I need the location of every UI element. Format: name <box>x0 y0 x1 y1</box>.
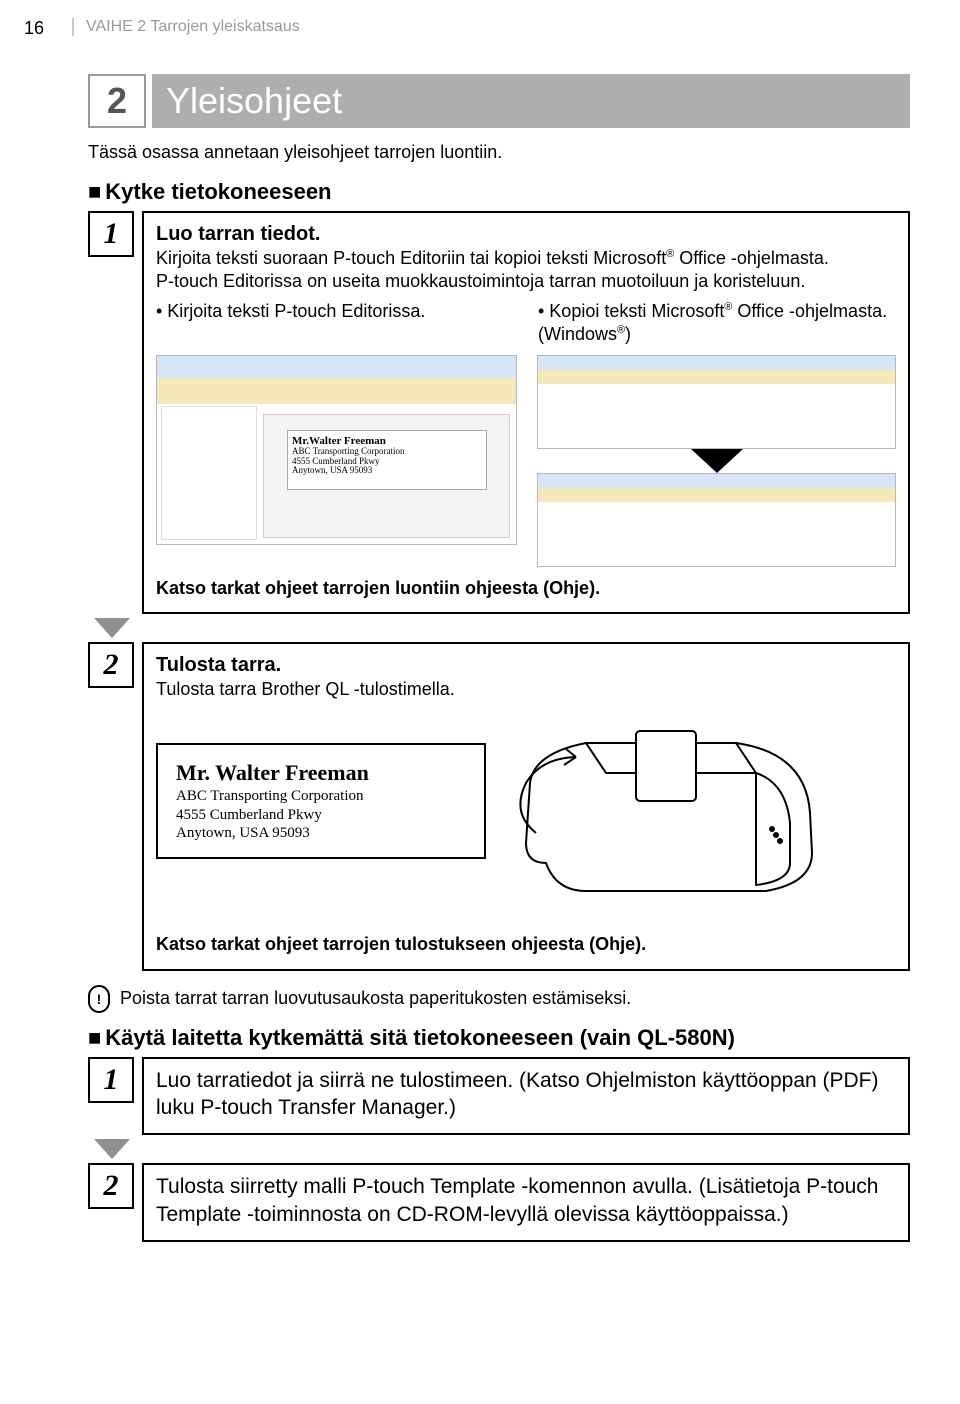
title-text: Yleisohjeet <box>152 74 910 128</box>
section-heading-a: Kytke tietokoneeseen <box>88 179 910 205</box>
sidebar-panel <box>161 406 257 540</box>
addr-name: Mr. Walter Freeman <box>176 759 466 787</box>
text: Office -ohjelmasta. <box>674 248 829 268</box>
label-lines: ABC Transporting Corporation 4555 Cumber… <box>292 446 405 476</box>
step-connector-icon <box>94 618 130 638</box>
bullet-right: • Kopioi teksti Microsoft® Office -ohjel… <box>538 300 896 347</box>
step-1: 1 Luo tarran tiedot. Kirjoita teksti suo… <box>88 211 910 614</box>
screenshot-ptouch-small <box>537 473 896 567</box>
step-body: Tulosta tarra. Tulosta tarra Brother QL … <box>142 642 910 971</box>
section-breadcrumb: VAIHE 2 Tarrojen yleiskatsaus <box>72 18 300 36</box>
step-desc: Kirjoita teksti suoraan P-touch Editorii… <box>156 247 896 270</box>
step-number: 2 <box>88 642 134 688</box>
text: ) <box>625 324 631 344</box>
step-number: 1 <box>88 211 134 257</box>
reg-mark: ® <box>617 324 625 336</box>
page: 16 VAIHE 2 Tarrojen yleiskatsaus 2 Yleis… <box>0 0 960 1404</box>
step-b2: 2 Tulosta siirretty malli P-touch Templa… <box>88 1163 910 1242</box>
printer-icon <box>506 713 826 923</box>
warning-icon: ! <box>88 985 110 1013</box>
step-heading: Tulosta tarra. <box>156 652 896 678</box>
title-bar: 2 Yleisohjeet <box>88 74 910 128</box>
screenshot-ptouch: Mr.Walter Freeman ABC Transporting Corpo… <box>156 355 517 545</box>
ribbon-toolbar <box>157 378 516 404</box>
address-label: Mr. Walter Freeman ABC Transporting Corp… <box>156 743 486 859</box>
header: VAIHE 2 Tarrojen yleiskatsaus <box>88 18 910 46</box>
step-number: 1 <box>88 1057 134 1103</box>
bullet-left: • Kirjoita teksti P-touch Editorissa. <box>156 300 514 347</box>
step-footer: Katso tarkat ohjeet tarrojen luontiin oh… <box>156 577 896 600</box>
step-footer: Katso tarkat ohjeet tarrojen tulostuksee… <box>156 933 896 956</box>
arrow-down-icon <box>691 449 743 473</box>
addr-line: 4555 Cumberland Pkwy <box>176 806 466 825</box>
bullets: • Kirjoita teksti P-touch Editorissa. • … <box>156 300 896 347</box>
page-number: 16 <box>24 18 44 39</box>
step-body: Luo tarratiedot ja siirrä ne tulostimeen… <box>142 1057 910 1136</box>
ribbon-toolbar <box>538 488 895 502</box>
step-2: 2 Tulosta tarra. Tulosta tarra Brother Q… <box>88 642 910 971</box>
warning-row: ! Poista tarrat tarran luovutusaukosta p… <box>88 985 910 1013</box>
step-b1: 1 Luo tarratiedot ja siirrä ne tulostime… <box>88 1057 910 1136</box>
label-preview: Mr.Walter Freeman ABC Transporting Corpo… <box>287 430 487 490</box>
step-body: Tulosta siirretty malli P-touch Template… <box>142 1163 910 1242</box>
text: • Kopioi teksti Microsoft <box>538 301 724 321</box>
screenshot-office <box>537 355 896 449</box>
screenshot-office-stack <box>537 355 896 567</box>
step-connector-icon <box>94 1139 130 1159</box>
step-heading: Luo tarran tiedot. <box>156 221 896 247</box>
screenshots: Mr.Walter Freeman ABC Transporting Corpo… <box>156 355 896 567</box>
steps-column: 1 Luo tarran tiedot. Kirjoita teksti suo… <box>88 211 910 971</box>
reg-mark: ® <box>666 248 674 260</box>
addr-line: Anytown, USA 95093 <box>176 824 466 843</box>
ribbon-toolbar <box>538 370 895 384</box>
intro-text: Tässä osassa annetaan yleisohjeet tarroj… <box>88 142 910 163</box>
text: Kirjoita teksti suoraan P-touch Editorii… <box>156 248 666 268</box>
step-number: 2 <box>88 1163 134 1209</box>
step-desc-2: P-touch Editorissa on useita muokkaustoi… <box>156 270 896 293</box>
warning-text: Poista tarrat tarran luovutusaukosta pap… <box>120 988 631 1009</box>
step-body: Luo tarran tiedot. Kirjoita teksti suora… <box>142 211 910 614</box>
section-heading-b: Käytä laitetta kytkemättä sitä tietokone… <box>88 1025 910 1051</box>
print-illustration: Mr. Walter Freeman ABC Transporting Corp… <box>156 713 896 923</box>
step-desc: Tulosta tarra Brother QL -tulostimella. <box>156 678 896 701</box>
addr-line: ABC Transporting Corporation <box>176 787 466 806</box>
title-number: 2 <box>88 74 146 128</box>
